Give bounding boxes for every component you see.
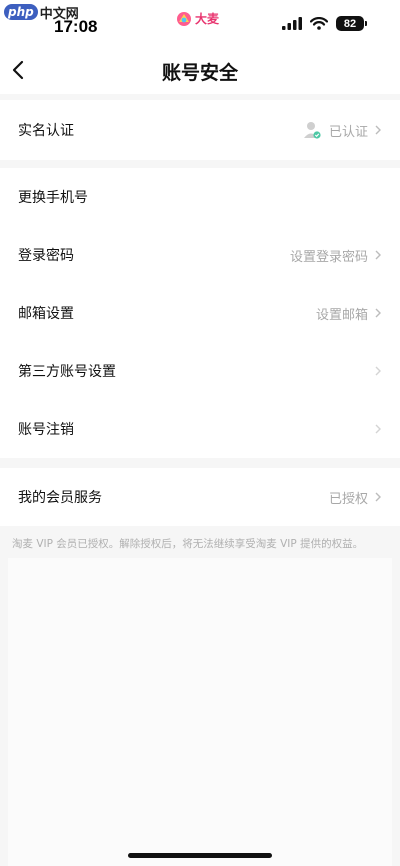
section-verification: 实名认证 已认证 xyxy=(0,100,400,160)
chevron-right-icon xyxy=(375,308,381,318)
verified-user-icon xyxy=(303,122,321,139)
row-email-settings[interactable]: 邮箱设置 设置邮箱 xyxy=(0,284,400,342)
chevron-right-icon xyxy=(375,424,381,434)
row-label: 第三方账号设置 xyxy=(18,364,116,380)
status-right: 82 xyxy=(282,16,367,31)
row-member-services[interactable]: 我的会员服务 已授权 xyxy=(0,468,400,526)
home-indicator xyxy=(128,853,272,858)
chevron-right-icon xyxy=(375,250,381,260)
chevron-right-icon xyxy=(375,366,381,376)
row-label: 我的会员服务 xyxy=(18,490,102,506)
membership-footnote: 淘麦 VIP 会员已授权。解除授权后，将无法继续享受淘麦 VIP 提供的权益。 xyxy=(12,538,364,550)
status-time: 17:08 xyxy=(54,17,98,36)
empty-area xyxy=(8,558,392,866)
row-change-phone[interactable]: 更换手机号 xyxy=(0,168,400,226)
row-account-deletion[interactable]: 账号注销 xyxy=(0,400,400,458)
row-label: 邮箱设置 xyxy=(18,306,74,322)
row-real-name[interactable]: 实名认证 已认证 xyxy=(0,100,400,160)
row-label: 实名认证 xyxy=(18,123,74,139)
section-account: 更换手机号 登录密码 设置登录密码 邮箱设置 设置邮箱 第三方账号设置 账号注销 xyxy=(0,168,400,458)
section-membership: 我的会员服务 已授权 xyxy=(0,468,400,526)
row-value: 设置登录密码 xyxy=(289,249,368,265)
row-label: 账号注销 xyxy=(18,422,74,438)
page-title: 账号安全 xyxy=(161,62,238,84)
damai-logo-icon xyxy=(177,11,191,26)
top-area: php 中文网 17:08 大麦 82 账号安全 xyxy=(0,0,400,94)
chevron-right-icon xyxy=(375,125,381,135)
row-value: 设置邮箱 xyxy=(315,307,368,323)
brand-name: 大麦 xyxy=(195,12,220,26)
battery-icon: 82 xyxy=(336,16,367,31)
wifi-icon xyxy=(310,17,328,30)
row-label: 登录密码 xyxy=(18,248,74,264)
chevron-right-icon xyxy=(375,492,381,502)
watermark-badge: php xyxy=(4,4,38,20)
nav-bar: 账号安全 xyxy=(0,50,400,90)
row-third-party-accounts[interactable]: 第三方账号设置 xyxy=(0,342,400,400)
brand: 大麦 xyxy=(176,10,219,27)
signal-icon xyxy=(282,17,302,30)
row-value: 已授权 xyxy=(328,491,368,507)
row-label: 更换手机号 xyxy=(18,190,88,206)
row-value: 已认证 xyxy=(328,124,368,140)
row-login-password[interactable]: 登录密码 设置登录密码 xyxy=(0,226,400,284)
